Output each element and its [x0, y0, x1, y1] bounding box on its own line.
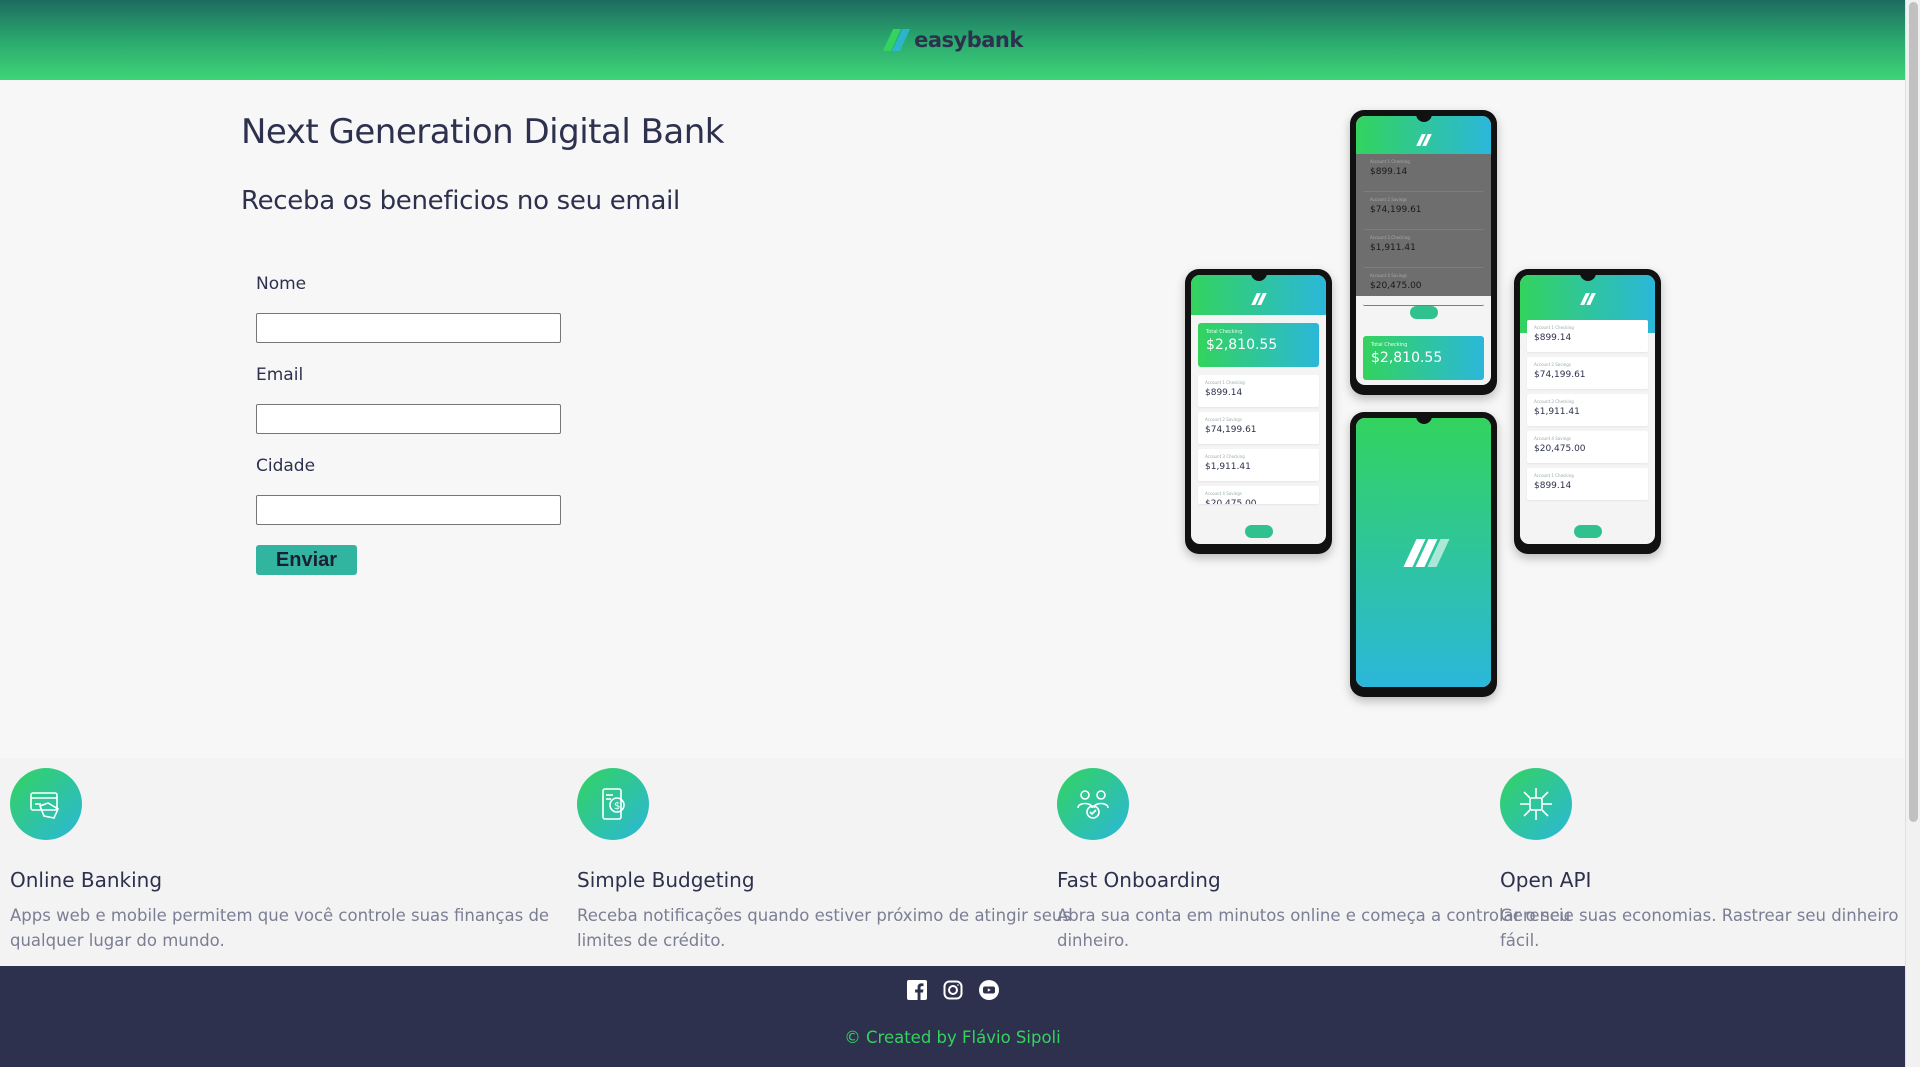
city-label: Cidade: [256, 456, 316, 476]
mini-logo-icon: [1579, 293, 1596, 305]
name-label: Nome: [256, 274, 307, 294]
submit-button[interactable]: Enviar: [256, 545, 357, 575]
account-row: Account 3 Checking $1,911.41: [1198, 449, 1319, 481]
scrollbar-thumb[interactable]: [1909, 2, 1918, 822]
add-fab-icon: [1409, 306, 1438, 319]
instagram-icon[interactable]: [943, 980, 963, 1000]
feature-open-api: Open API Gerencie suas economias. Rastre…: [1500, 768, 1920, 953]
account-row: Account 3 Checking $1,911.41: [1527, 394, 1648, 426]
onboarding-icon: [1057, 768, 1129, 840]
phone-mockup-center-top: Account 1 Checking $899.14 Account 2 Savi…: [1350, 110, 1497, 395]
email-field[interactable]: [256, 404, 561, 434]
mini-logo-icon: [1415, 134, 1432, 146]
scrollbar[interactable]: [1905, 0, 1920, 1067]
account-row: Account 2 Savings $74,199.61: [1198, 412, 1319, 444]
easybank-logo-icon: [882, 29, 911, 51]
youtube-icon[interactable]: [978, 980, 999, 1000]
feature-online-banking: Online Banking Apps web e mobile permite…: [10, 768, 550, 953]
mini-logo-icon: [1250, 293, 1267, 305]
online-banking-icon: [10, 768, 82, 840]
name-field[interactable]: [256, 313, 561, 343]
footer-credit: © Created by Flávio Sipoli: [844, 1028, 1061, 1047]
signup-form: Nome Email Cidade Enviar: [256, 272, 576, 575]
city-field[interactable]: [256, 495, 561, 525]
site-header: easybank: [0, 0, 1905, 80]
account-row: Account 2 Savings $74,199.61: [1527, 357, 1648, 389]
feature-title: Open API: [1500, 868, 1592, 892]
feature-simple-budgeting: $ Simple Budgeting Receba notificações q…: [577, 768, 1117, 953]
phone-mockup-left: Total Checking $2,810.55 Account 1 Check…: [1185, 269, 1332, 554]
features-section: Online Banking Apps web e mobile permite…: [0, 758, 1920, 966]
svg-text:$: $: [614, 801, 620, 812]
splash-logo-icon: [1402, 538, 1450, 567]
logo[interactable]: easybank: [882, 28, 1023, 52]
account-row: Account 1 Checking $899.14: [1363, 154, 1484, 192]
total-card: Total Checking $2,810.55: [1198, 323, 1319, 367]
account-row: Account 1 Checking $899.14: [1527, 468, 1648, 500]
feature-title: Online Banking: [10, 868, 163, 892]
api-icon: [1500, 768, 1572, 840]
feature-text: Apps web e mobile permitem que você cont…: [10, 906, 550, 950]
page: easybank Next Generation Digital Bank Re…: [0, 0, 1920, 1067]
account-row: Account 4 Savings $20,475.00: [1198, 486, 1319, 504]
feature-title: Simple Budgeting: [577, 868, 755, 892]
logo-text: easybank: [914, 28, 1023, 52]
feature-text: Receba notificações quando estiver próxi…: [577, 906, 1071, 950]
facebook-icon[interactable]: [906, 980, 927, 1000]
add-fab-icon: [1573, 525, 1602, 538]
social-links: [0, 980, 1905, 1000]
add-fab-icon: [1244, 525, 1273, 538]
account-row: Account 2 Savings $74,199.61: [1363, 192, 1484, 230]
feature-text: Gerencie suas economias. Rastrear seu di…: [1500, 906, 1920, 950]
account-row: Account 3 Checking $1,911.41: [1363, 230, 1484, 268]
page-title: Next Generation Digital Bank: [241, 112, 724, 152]
phone-mockup-center-bottom: [1350, 412, 1497, 697]
account-row: Account 4 Savings $20,475.00: [1527, 431, 1648, 463]
account-row: Account 1 Checking $899.14: [1198, 375, 1319, 407]
phone-mockup-right: Account 1 Checking $899.14 Account 2 Savi…: [1514, 269, 1661, 554]
account-row: Account 1 Checking $899.14: [1527, 320, 1648, 352]
page-subtitle: Receba os beneficios no seu email: [241, 186, 680, 216]
site-footer: © Created by Flávio Sipoli: [0, 966, 1905, 1067]
email-label: Email: [256, 365, 304, 385]
account-row: Account 4 Savings $20,475.00: [1363, 268, 1484, 306]
total-card: Total Checking $2,810.55: [1363, 336, 1484, 380]
budgeting-icon: $: [577, 768, 649, 840]
